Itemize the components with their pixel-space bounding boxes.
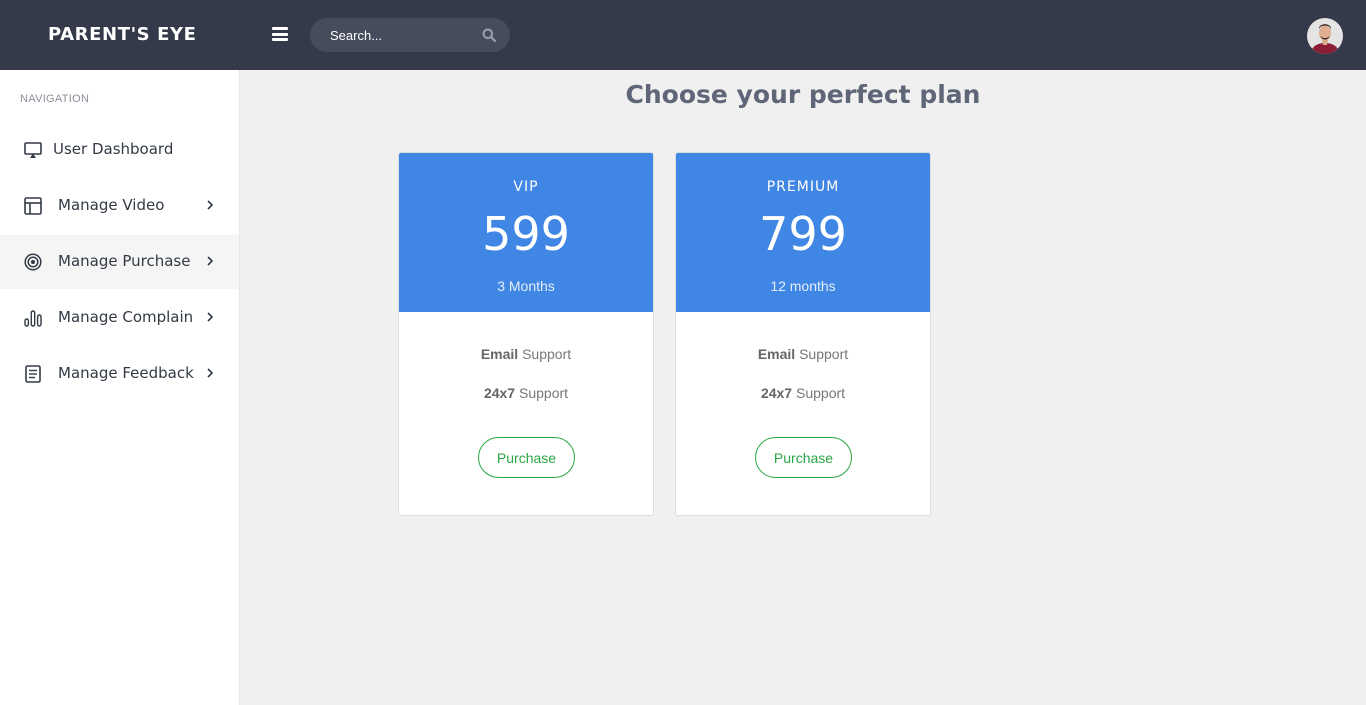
layout-icon <box>24 197 42 215</box>
sidebar-item-label: Manage Complain <box>58 308 194 326</box>
sidebar-item-label: User Dashboard <box>53 140 174 158</box>
sidebar-item-manage-feedback[interactable]: Manage Feedback <box>0 347 239 401</box>
plan-duration: 12 months <box>770 278 836 294</box>
monitor-icon <box>24 142 42 158</box>
chevron-right-icon <box>207 312 214 322</box>
sidebar-item-manage-complain[interactable]: Manage Complain <box>0 291 239 345</box>
feature-highlight: 24x7 <box>483 385 516 401</box>
feature-text: Support <box>515 385 569 401</box>
chevron-right-icon <box>207 368 214 378</box>
feature-highlight: 24x7 <box>760 385 793 401</box>
search-input[interactable] <box>330 26 480 44</box>
plan-price: 799 <box>759 207 847 261</box>
purchase-button[interactable]: Purchase <box>755 437 852 478</box>
plan-header: PREMIUM 799 12 months <box>676 153 930 312</box>
feature-highlight: Email <box>757 346 796 362</box>
top-bar: PARENT'S EYE <box>0 0 1366 70</box>
sidebar-item-label: Manage Video <box>58 196 165 214</box>
feature-text: Support <box>792 385 846 401</box>
plan-feature: 24x7 Support <box>676 385 930 401</box>
sidebar-item-user-dashboard[interactable]: User Dashboard <box>0 123 239 177</box>
brand-logo[interactable]: PARENT'S EYE <box>48 24 197 45</box>
bar-chart-icon <box>24 310 42 327</box>
sidebar: NAVIGATION User Dashboard Manage Video M… <box>0 70 240 705</box>
feature-text: Support <box>795 346 849 362</box>
purchase-button[interactable]: Purchase <box>478 437 575 478</box>
page-title: Choose your perfect plan <box>625 80 981 109</box>
plan-name: PREMIUM <box>766 179 840 195</box>
chevron-right-icon <box>207 200 214 210</box>
plan-price: 599 <box>482 207 570 261</box>
target-icon <box>24 253 42 271</box>
sidebar-item-manage-purchase[interactable]: Manage Purchase <box>0 235 239 289</box>
sidebar-item-manage-video[interactable]: Manage Video <box>0 179 239 233</box>
plan-name: VIP <box>513 179 539 195</box>
user-avatar[interactable] <box>1307 18 1343 54</box>
sidebar-item-label: Manage Purchase <box>58 252 191 270</box>
plan-card-vip: VIP 599 3 Months Email Support 24x7 Supp… <box>398 152 654 516</box>
feature-text: Support <box>518 346 572 362</box>
search-box <box>310 18 510 52</box>
document-icon <box>25 365 41 383</box>
plan-card-premium: PREMIUM 799 12 months Email Support 24x7… <box>675 152 931 516</box>
nav-section-title: NAVIGATION <box>20 93 90 105</box>
plan-header: VIP 599 3 Months <box>399 153 653 312</box>
feature-highlight: Email <box>480 346 519 362</box>
search-icon[interactable] <box>482 28 496 42</box>
plan-feature: Email Support <box>399 346 653 362</box>
chevron-right-icon <box>207 256 214 266</box>
hamburger-icon[interactable] <box>272 27 288 41</box>
sidebar-item-label: Manage Feedback <box>58 364 194 382</box>
plan-feature: 24x7 Support <box>399 385 653 401</box>
plan-duration: 3 Months <box>497 278 555 294</box>
plan-feature: Email Support <box>676 346 930 362</box>
